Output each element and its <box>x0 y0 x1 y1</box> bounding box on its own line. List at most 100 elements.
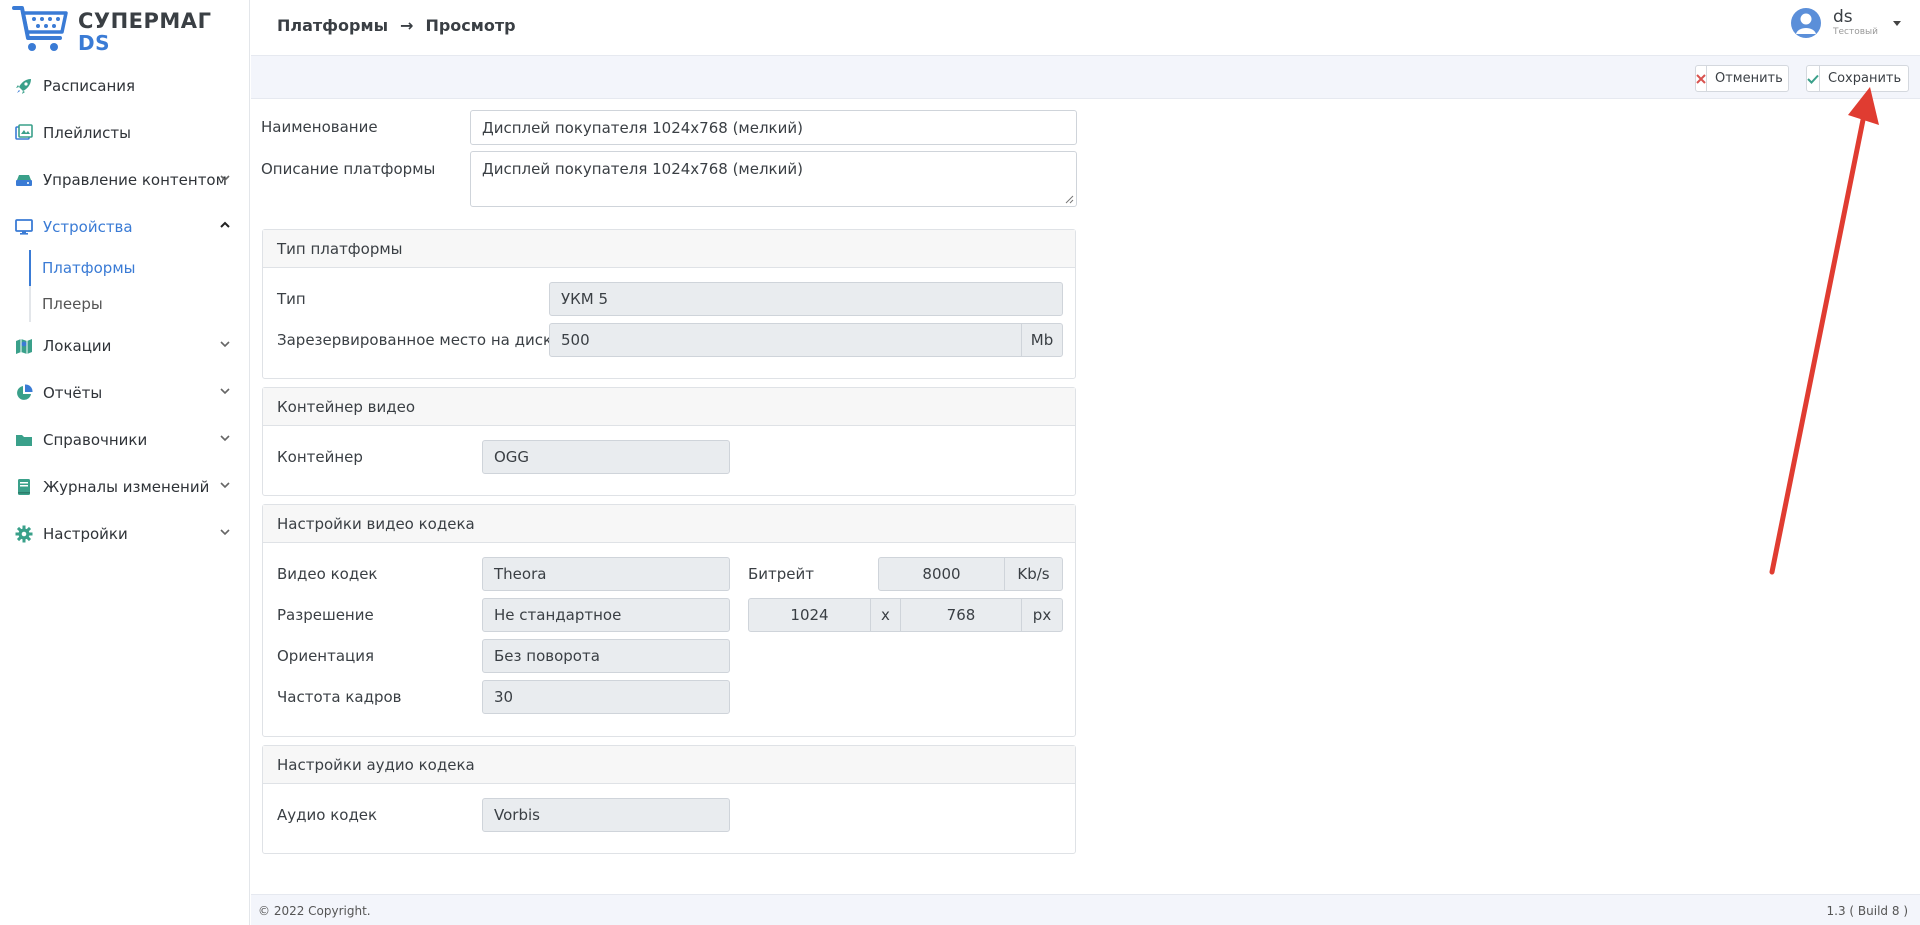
sidebar-item-label: Отчёты <box>43 383 103 402</box>
version-text: 1.3 ( Build 8 ) <box>1826 904 1908 918</box>
close-icon <box>1696 66 1707 91</box>
audio-codec-field: Vorbis <box>482 798 730 832</box>
sidebar-item-label: Плейлисты <box>43 123 132 142</box>
platform-type-panel: Тип платформы Тип УКМ 5 Зарезервированно… <box>262 229 1076 379</box>
disk-field: 500 <box>549 323 1022 357</box>
audio-codec-panel: Настройки аудио кодека Аудио кодек Vorbi… <box>262 745 1076 854</box>
resolution-field: Не стандартное <box>482 598 730 632</box>
times-separator: x <box>870 598 901 632</box>
sidebar-item-label: Журналы изменений <box>43 477 210 496</box>
sidebar-item-label: Устройства <box>43 217 133 236</box>
arrow-right-icon: → <box>400 16 414 35</box>
sidebar-item-directories[interactable]: Справочники <box>0 416 250 463</box>
footer: © 2022 Copyright. 1.3 ( Build 8 ) <box>251 894 1920 925</box>
sidebar-item-change-logs[interactable]: Журналы изменений <box>0 463 250 510</box>
shopping-cart-icon <box>12 6 68 51</box>
save-button-label: Сохранить <box>1828 71 1902 86</box>
playlist-icon <box>14 123 34 143</box>
orientation-label: Ориентация <box>277 647 375 665</box>
book-icon <box>14 477 34 497</box>
rocket-icon <box>14 76 34 96</box>
description-label: Описание платформы <box>261 160 436 178</box>
action-toolbar: Отменить Сохранить <box>251 55 1920 99</box>
sidebar-item-devices[interactable]: Устройства <box>0 203 250 250</box>
type-label: Тип <box>277 290 306 308</box>
bitrate-label: Битрейт <box>748 565 815 583</box>
sidebar-item-locations[interactable]: Локации <box>0 322 250 369</box>
bitrate-unit: Kb/s <box>1004 557 1063 591</box>
resolution-label: Разрешение <box>277 606 374 624</box>
container-label: Контейнер <box>277 448 363 466</box>
caret-down-icon <box>1893 21 1901 26</box>
sidebar: СУПЕРМАГ DS Расписания Плейлисты Управле… <box>0 0 250 925</box>
panel-title: Контейнер видео <box>263 388 1075 426</box>
disk-unit: Mb <box>1021 323 1063 357</box>
chevron-down-icon <box>220 482 230 489</box>
sidebar-item-playlists[interactable]: Плейлисты <box>0 109 250 156</box>
drive-icon <box>14 170 34 190</box>
bitrate-field: 8000 <box>878 557 1005 591</box>
resize-handle-icon[interactable] <box>1064 194 1074 204</box>
chevron-down-icon <box>220 388 230 395</box>
panel-title: Настройки видео кодека <box>263 505 1075 543</box>
sidebar-item-schedules[interactable]: Расписания <box>0 62 250 109</box>
name-label: Наименование <box>261 118 378 136</box>
sidebar-nav: Расписания Плейлисты Управление контенто… <box>0 62 250 557</box>
cancel-button-label: Отменить <box>1715 71 1783 86</box>
fps-field: 30 <box>482 680 730 714</box>
video-codec-field: Theora <box>482 557 730 591</box>
sidebar-item-label: Локации <box>43 336 112 355</box>
sidebar-subitem-platforms[interactable]: Платформы <box>29 250 250 286</box>
copyright-text: © 2022 Copyright. <box>258 904 371 918</box>
px-unit: px <box>1021 598 1063 632</box>
app-logo[interactable]: СУПЕРМАГ DS <box>12 4 212 56</box>
audio-codec-label: Аудио кодек <box>277 806 378 824</box>
gear-icon <box>14 524 34 544</box>
sidebar-item-reports[interactable]: Отчёты <box>0 369 250 416</box>
panel-title: Настройки аудио кодека <box>263 746 1075 784</box>
map-icon <box>14 336 34 356</box>
sidebar-item-label: Управление контентом <box>43 170 227 189</box>
annotation-arrow-icon <box>1769 87 1879 575</box>
width-field: 1024 <box>748 598 871 632</box>
sidebar-item-content-management[interactable]: Управление контентом <box>0 156 250 203</box>
breadcrumb-view: Просмотр <box>425 16 516 35</box>
pie-chart-icon <box>14 383 34 403</box>
description-textarea[interactable]: Дисплей покупателя 1024x768 (мелкий) <box>470 151 1077 207</box>
height-field: 768 <box>900 598 1022 632</box>
logo-line-1: СУПЕРМАГ <box>78 9 212 33</box>
sidebar-item-label: Настройки <box>43 524 128 543</box>
breadcrumb-platforms[interactable]: Платформы <box>277 16 388 35</box>
disk-label: Зарезервированное место на диске <box>277 331 562 349</box>
fps-label: Частота кадров <box>277 688 402 706</box>
container-field: OGG <box>482 440 730 474</box>
chevron-down-icon <box>220 529 230 536</box>
panel-title: Тип платформы <box>263 230 1075 268</box>
top-bar: Платформы → Просмотр ds Тестовый <box>251 0 1920 55</box>
name-input[interactable]: Дисплей покупателя 1024x768 (мелкий) <box>470 110 1077 145</box>
video-codec-panel: Настройки видео кодека Видео кодек Theor… <box>262 504 1076 737</box>
sidebar-item-settings[interactable]: Настройки <box>0 510 250 557</box>
chevron-down-icon <box>220 341 230 348</box>
user-menu[interactable]: ds Тестовый <box>1791 8 1902 38</box>
chevron-down-icon <box>220 175 230 182</box>
user-name: ds <box>1833 7 1853 27</box>
description-text: Дисплей покупателя 1024x768 (мелкий) <box>482 160 803 178</box>
avatar <box>1791 8 1821 38</box>
video-codec-label: Видео кодек <box>277 565 378 583</box>
orientation-field: Без поворота <box>482 639 730 673</box>
logo-line-2: DS <box>78 31 111 55</box>
user-role: Тестовый <box>1833 27 1878 37</box>
sidebar-subitem-players[interactable]: Плееры <box>29 286 250 322</box>
chevron-down-icon <box>220 435 230 442</box>
type-field: УКМ 5 <box>549 282 1063 316</box>
chevron-up-icon <box>220 221 230 228</box>
logo-text: СУПЕРМАГ DS <box>78 10 211 54</box>
devices-submenu: Платформы Плееры <box>0 250 250 322</box>
folder-icon <box>14 430 34 450</box>
breadcrumb: Платформы → Просмотр <box>277 16 516 35</box>
monitor-icon <box>14 217 34 237</box>
sidebar-item-label: Справочники <box>43 430 148 449</box>
sidebar-item-label: Расписания <box>43 76 136 95</box>
video-container-panel: Контейнер видео Контейнер OGG <box>262 387 1076 496</box>
